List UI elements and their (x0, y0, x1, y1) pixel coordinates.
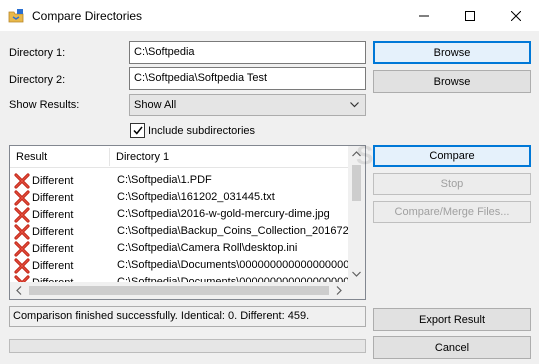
result-text: Different (32, 174, 74, 187)
close-button[interactable] (493, 0, 539, 31)
show-results-select[interactable]: Show All (129, 94, 366, 116)
maximize-button[interactable] (447, 0, 493, 31)
browse-dir2-button[interactable]: Browse (373, 70, 531, 93)
chevron-down-icon (350, 102, 359, 108)
dir2-input[interactable]: C:\Softpedia\Softpedia Test (129, 67, 366, 90)
scroll-right-icon[interactable] (336, 286, 342, 295)
dir1-label: Directory 1: (9, 47, 66, 59)
compare-merge-button[interactable]: Compare/Merge Files... (373, 201, 531, 223)
status-text: Comparison finished successfully. Identi… (9, 306, 366, 327)
scroll-down-icon[interactable] (352, 271, 361, 277)
include-subdirs-label: Include subdirectories (148, 124, 256, 137)
table-row[interactable]: Different C:\Softpedia\Backup_Coins_Colle… (10, 223, 348, 240)
cancel-button[interactable]: Cancel (373, 336, 531, 359)
scrollbar-corner (348, 282, 365, 299)
directory1-cell: C:\Softpedia\Documents\00000000000000000… (117, 259, 348, 271)
progress-bar (9, 339, 366, 353)
result-text: Different (32, 225, 74, 238)
dir2-label: Directory 2: (9, 74, 66, 86)
folder-compare-icon (8, 8, 24, 24)
result-cell: Different (14, 172, 73, 189)
horizontal-scroll-thumb[interactable] (29, 286, 329, 295)
scroll-up-icon[interactable] (352, 151, 361, 157)
different-x-icon (14, 257, 30, 274)
vertical-scrollbar[interactable] (348, 146, 365, 282)
result-cell: Different (14, 206, 73, 223)
export-result-button[interactable]: Export Result (373, 308, 531, 331)
directory1-cell: C:\Softpedia\161202_031445.txt (117, 191, 275, 203)
table-row[interactable]: Different C:\Softpedia\Documents\00000000… (10, 257, 348, 274)
result-text: Different (32, 242, 74, 255)
different-x-icon (14, 172, 30, 189)
compare-button[interactable]: Compare (373, 145, 531, 167)
stop-button[interactable]: Stop (373, 173, 531, 195)
directory1-cell: C:\Softpedia\1.PDF (117, 174, 212, 186)
column-header-directory1[interactable]: Directory 1 (110, 146, 348, 168)
list-header: Result Directory 1 (10, 146, 348, 168)
minimize-button[interactable] (401, 0, 447, 31)
dir1-input[interactable]: C:\Softpedia (129, 41, 366, 64)
different-x-icon (14, 206, 30, 223)
result-text: Different (32, 191, 74, 204)
vertical-scroll-thumb[interactable] (352, 165, 361, 201)
table-row[interactable]: Different C:\Softpedia\161202_031445.txt (10, 189, 348, 206)
title-bar: Compare Directories (0, 0, 539, 31)
result-text: Different (32, 208, 74, 221)
result-cell: Different (14, 257, 73, 274)
close-icon (511, 10, 521, 21)
result-cell: Different (14, 189, 73, 206)
checkbox-box[interactable] (130, 123, 145, 138)
show-results-label: Show Results: (9, 99, 80, 111)
table-row[interactable]: Different C:\Softpedia\2016-w-gold-mercur… (10, 206, 348, 223)
directory1-cell: C:\Softpedia\Backup_Coins_Collection_201… (117, 225, 348, 237)
directory1-cell: C:\Softpedia\Camera Roll\desktop.ini (117, 242, 298, 254)
include-subdirs-checkbox[interactable]: Include subdirectories (130, 123, 255, 138)
result-cell: Different (14, 240, 73, 257)
directory1-cell: C:\Softpedia\2016-w-gold-mercury-dime.jp… (117, 208, 330, 220)
maximize-icon (465, 10, 475, 21)
different-x-icon (14, 189, 30, 206)
column-header-result[interactable]: Result (10, 146, 109, 168)
browse-dir1-button[interactable]: Browse (373, 41, 531, 64)
window-title: Compare Directories (32, 9, 143, 23)
result-cell: Different (14, 223, 73, 240)
results-list[interactable]: Result Directory 1 Different C:\Softpedia… (9, 145, 366, 300)
table-row[interactable]: Different C:\Softpedia\1.PDF (10, 172, 348, 189)
horizontal-scrollbar[interactable] (10, 282, 348, 299)
different-x-icon (14, 223, 30, 240)
show-results-value: Show All (134, 99, 177, 111)
scroll-left-icon[interactable] (16, 286, 22, 295)
table-row[interactable]: Different C:\Softpedia\Camera Roll\deskto… (10, 240, 348, 257)
different-x-icon (14, 240, 30, 257)
checkmark-icon (132, 126, 143, 135)
minimize-icon (419, 15, 429, 16)
result-text: Different (32, 259, 74, 272)
